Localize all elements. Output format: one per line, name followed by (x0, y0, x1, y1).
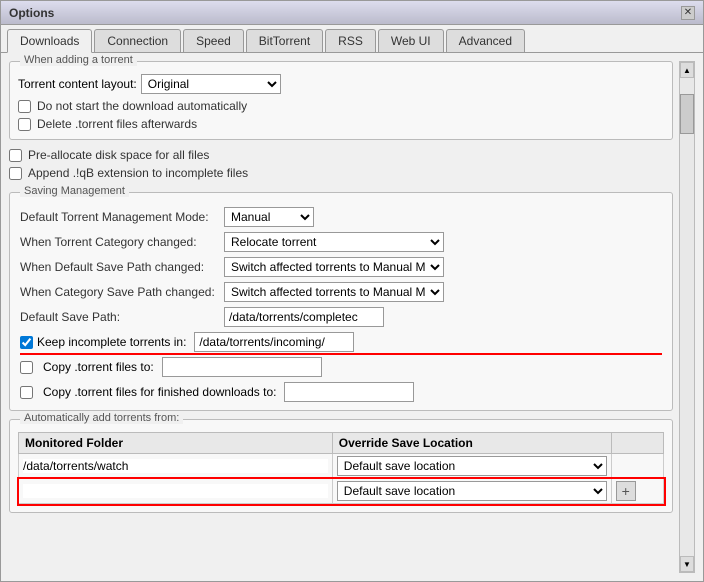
saving-management-group: Saving Management Default Torrent Manage… (9, 192, 673, 411)
monitored-title: Automatically add torrents from: (20, 412, 183, 424)
append-iqb-checkbox[interactable] (9, 167, 22, 180)
when-default-save-row: When Default Save Path changed: Switch a… (20, 257, 662, 277)
copy-torrent-label: Copy .torrent files to: (43, 360, 154, 374)
keep-incomplete-input[interactable] (194, 332, 354, 352)
copy-torrent-finished-row: Copy .torrent files for finished downloa… (20, 382, 662, 402)
when-category-label: When Torrent Category changed: (20, 235, 220, 249)
content-layout-label: Torrent content layout: (18, 77, 137, 91)
when-category-select[interactable]: Relocate torrent Switch affected torrent… (224, 232, 444, 252)
save-location-select-1[interactable]: Default save location (337, 456, 607, 476)
save-location-cell-2: Default save location (332, 479, 611, 504)
monitored-folder-input-1[interactable] (23, 459, 328, 473)
action-cell-2: + (611, 479, 663, 504)
default-save-path-row: Default Save Path: (20, 307, 662, 327)
monitored-folder-cell-2 (19, 479, 333, 504)
copy-torrent-finished-checkbox[interactable] (20, 386, 33, 399)
delete-torrent-checkbox[interactable] (18, 118, 31, 131)
action-cell-1 (611, 454, 663, 479)
pre-allocate-row: Pre-allocate disk space for all files (9, 148, 673, 162)
pre-allocate-label: Pre-allocate disk space for all files (28, 148, 209, 162)
adding-torrent-group: When adding a torrent Torrent content la… (9, 61, 673, 140)
copy-torrent-row: Copy .torrent files to: (20, 357, 662, 377)
default-mode-label: Default Torrent Management Mode: (20, 210, 220, 224)
copy-torrent-input[interactable] (162, 357, 322, 377)
tab-speed[interactable]: Speed (183, 29, 244, 52)
col-actions (611, 433, 663, 454)
tab-webui[interactable]: Web UI (378, 29, 444, 52)
when-default-save-label: When Default Save Path changed: (20, 260, 220, 274)
tab-downloads[interactable]: Downloads (7, 29, 92, 53)
add-row-button[interactable]: + (616, 481, 636, 501)
table-row: Default save location (19, 454, 664, 479)
when-category-row: When Torrent Category changed: Relocate … (20, 232, 662, 252)
default-mode-row: Default Torrent Management Mode: Manual (20, 207, 662, 227)
save-location-select-2[interactable]: Default save location (337, 481, 607, 501)
delete-torrent-label: Delete .torrent files afterwards (37, 117, 197, 131)
close-button[interactable]: ✕ (681, 6, 695, 20)
no-auto-start-checkbox[interactable] (18, 100, 31, 113)
monitored-group: Automatically add torrents from: Monitor… (9, 419, 673, 513)
scroll-up-button[interactable]: ▲ (680, 62, 694, 78)
delete-torrent-row: Delete .torrent files afterwards (18, 117, 664, 131)
tab-connection[interactable]: Connection (94, 29, 181, 52)
main-content: When adding a torrent Torrent content la… (9, 61, 673, 573)
tab-bar: Downloads Connection Speed BitTorrent RS… (1, 25, 703, 53)
monitored-table: Monitored Folder Override Save Location (18, 432, 664, 504)
content-layout-row: Torrent content layout: Original (18, 74, 664, 94)
no-auto-start-row: Do not start the download automatically (18, 99, 664, 113)
when-category-save-select[interactable]: Switch affected torrents to Manual Mode … (224, 282, 444, 302)
keep-incomplete-row: Keep incomplete torrents in: (20, 332, 662, 352)
title-bar: Options ✕ (1, 1, 703, 25)
tab-advanced[interactable]: Advanced (446, 29, 525, 52)
scrollbar: ▲ ▼ (679, 61, 695, 573)
table-row: Default save location + (19, 479, 664, 504)
window-title: Options (9, 6, 54, 20)
tab-rss[interactable]: RSS (325, 29, 376, 52)
content-layout-select[interactable]: Original (141, 74, 281, 94)
content-area: When adding a torrent Torrent content la… (1, 53, 703, 581)
default-save-path-label: Default Save Path: (20, 310, 220, 324)
keep-incomplete-checkbox[interactable] (20, 336, 33, 349)
global-options: Pre-allocate disk space for all files Ap… (9, 148, 673, 184)
append-iqb-label: Append .!qB extension to incomplete file… (28, 166, 248, 180)
copy-torrent-finished-input[interactable] (284, 382, 414, 402)
pre-allocate-checkbox[interactable] (9, 149, 22, 162)
default-mode-select[interactable]: Manual (224, 207, 314, 227)
saving-management-title: Saving Management (20, 185, 129, 197)
copy-torrent-checkbox[interactable] (20, 361, 33, 374)
options-window: Options ✕ Downloads Connection Speed Bit… (0, 0, 704, 582)
red-underline-keep-incomplete (20, 353, 662, 355)
scroll-down-button[interactable]: ▼ (680, 556, 694, 572)
monitored-folder-cell-1 (19, 454, 333, 479)
when-category-save-row: When Category Save Path changed: Switch … (20, 282, 662, 302)
default-save-path-input[interactable] (224, 307, 384, 327)
scrollbar-thumb[interactable] (680, 94, 694, 134)
adding-torrent-title: When adding a torrent (20, 54, 137, 66)
col-override-save: Override Save Location (332, 433, 611, 454)
when-default-save-select[interactable]: Switch affected torrents to Manual Mode … (224, 257, 444, 277)
append-iqb-row: Append .!qB extension to incomplete file… (9, 166, 673, 180)
col-monitored-folder: Monitored Folder (19, 433, 333, 454)
keep-incomplete-label: Keep incomplete torrents in: (37, 335, 186, 349)
monitored-folder-input-2[interactable] (23, 484, 328, 498)
when-category-save-label: When Category Save Path changed: (20, 285, 220, 299)
save-location-cell-1: Default save location (332, 454, 611, 479)
tab-bittorrent[interactable]: BitTorrent (246, 29, 323, 52)
no-auto-start-label: Do not start the download automatically (37, 99, 247, 113)
copy-torrent-finished-label: Copy .torrent files for finished downloa… (43, 385, 276, 399)
